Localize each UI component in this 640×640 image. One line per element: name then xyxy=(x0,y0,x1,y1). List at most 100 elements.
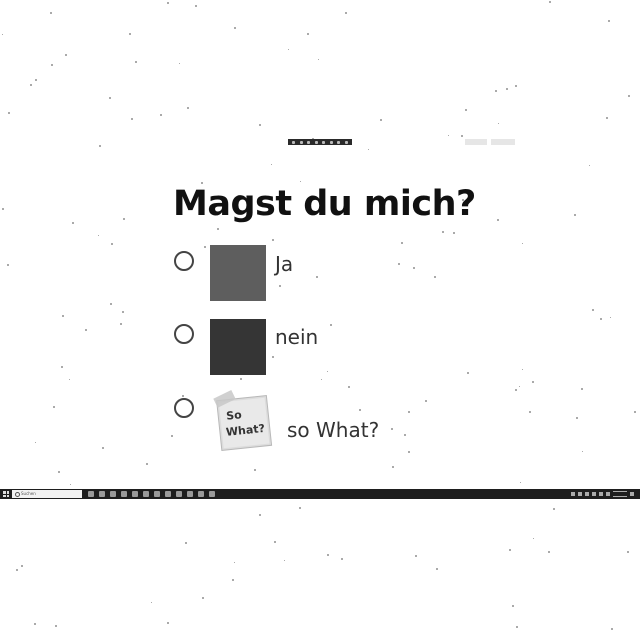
noise-dot xyxy=(461,135,463,137)
toolbar-icon[interactable] xyxy=(337,140,341,144)
taskbar-app-icon[interactable] xyxy=(198,491,204,497)
option-label-ja: Ja xyxy=(275,252,294,276)
toolbar-icon[interactable] xyxy=(292,140,296,144)
noise-dot xyxy=(85,329,87,331)
noise-dot xyxy=(182,395,184,397)
radio-option-nein[interactable] xyxy=(174,324,194,344)
noise-dot xyxy=(576,417,578,419)
noise-dot xyxy=(131,118,133,120)
taskbar-app-icon[interactable] xyxy=(99,491,105,497)
noise-dot xyxy=(442,231,444,233)
noise-dot xyxy=(234,27,236,29)
noise-dot xyxy=(204,246,206,248)
noise-dot xyxy=(102,447,104,449)
sticky-note-image: So What? xyxy=(213,390,275,454)
window-toolbar[interactable] xyxy=(288,139,352,145)
noise-dot xyxy=(408,451,410,453)
noise-dot xyxy=(465,109,467,111)
noise-dot xyxy=(135,61,137,63)
noise-dot xyxy=(167,2,169,4)
notification-icon[interactable] xyxy=(630,492,634,496)
noise-dot xyxy=(532,381,534,383)
noise-dot xyxy=(359,409,361,411)
windows-logo-tile xyxy=(3,494,6,497)
start-button[interactable] xyxy=(3,491,9,497)
toolbar-icon[interactable] xyxy=(314,140,318,144)
noise-dot xyxy=(553,508,555,510)
system-tray xyxy=(571,491,634,497)
noise-dot xyxy=(202,597,204,599)
option-label-nein: nein xyxy=(275,325,319,349)
taskbar-search-box[interactable]: Suchen xyxy=(12,490,82,498)
swatch-nein xyxy=(210,319,266,375)
noise-dot xyxy=(606,117,608,119)
toolbar-icon[interactable] xyxy=(329,140,333,144)
noise-dot xyxy=(522,369,523,370)
tray-icon[interactable] xyxy=(592,492,596,496)
taskbar-app-icon[interactable] xyxy=(121,491,127,497)
noise-dot xyxy=(179,63,180,64)
taskbar-app-icon[interactable] xyxy=(88,491,94,497)
windows-logo-tile xyxy=(6,491,9,494)
noise-dot xyxy=(415,555,417,557)
noise-dot xyxy=(65,54,67,56)
noise-dot xyxy=(436,568,438,570)
noise-dot xyxy=(401,242,403,244)
noise-dot xyxy=(272,239,274,241)
taskbar-app-icon[interactable] xyxy=(209,491,215,497)
noise-dot xyxy=(288,49,289,50)
ghost-button[interactable] xyxy=(491,139,515,145)
screen: Magst du mich? Ja nein So What? so What? xyxy=(0,0,640,640)
taskbar-app-icon[interactable] xyxy=(165,491,171,497)
tray-icon[interactable] xyxy=(571,492,575,496)
noise-dot xyxy=(2,34,3,35)
tray-icon[interactable] xyxy=(599,492,603,496)
clock-icon[interactable] xyxy=(613,491,627,497)
noise-dot xyxy=(498,123,499,124)
noise-dot xyxy=(232,579,234,581)
noise-dot xyxy=(69,379,70,380)
noise-dot xyxy=(509,549,511,551)
tray-icon[interactable] xyxy=(585,492,589,496)
toolbar-icon[interactable] xyxy=(322,140,326,144)
noise-dot xyxy=(589,165,590,166)
toolbar-icon[interactable] xyxy=(344,140,348,144)
question-title: Magst du mich? xyxy=(173,184,476,224)
windows-logo-tile xyxy=(6,494,9,497)
tray-icon[interactable] xyxy=(606,492,610,496)
noise-dot xyxy=(506,88,508,90)
noise-dot xyxy=(272,356,274,358)
taskbar-app-icon[interactable] xyxy=(154,491,160,497)
window-top-chrome xyxy=(0,138,640,148)
taskbar-app-icon[interactable] xyxy=(143,491,149,497)
noise-dot xyxy=(327,371,328,372)
noise-dot xyxy=(129,33,131,35)
toolbar-icon[interactable] xyxy=(299,140,303,144)
noise-dot xyxy=(497,219,499,221)
noise-dot xyxy=(592,309,594,311)
noise-dot xyxy=(522,243,523,244)
noise-dot xyxy=(62,315,64,317)
noise-dot xyxy=(434,276,436,278)
ghost-button[interactable] xyxy=(465,139,487,145)
toolbar-icon[interactable] xyxy=(307,140,311,144)
noise-dot xyxy=(274,541,276,543)
tray-icon[interactable] xyxy=(578,492,582,496)
taskbar-app-icon[interactable] xyxy=(110,491,116,497)
radio-option-ja[interactable] xyxy=(174,251,194,271)
taskbar-app-icon[interactable] xyxy=(176,491,182,497)
radio-option-so-what[interactable] xyxy=(174,398,194,418)
taskbar-apps xyxy=(88,491,215,497)
noise-dot xyxy=(533,538,534,539)
noise-dot xyxy=(392,466,394,468)
noise-dot xyxy=(51,64,53,66)
noise-dot xyxy=(519,386,520,387)
taskbar-app-icon[interactable] xyxy=(132,491,138,497)
taskbar-app-icon[interactable] xyxy=(187,491,193,497)
noise-dot xyxy=(234,562,235,563)
noise-dot xyxy=(259,514,261,516)
sticky-note-icon: So What? xyxy=(213,390,273,452)
noise-dot xyxy=(259,124,261,126)
taskbar-search-label: Suchen xyxy=(21,491,36,496)
noise-dot xyxy=(171,435,173,437)
